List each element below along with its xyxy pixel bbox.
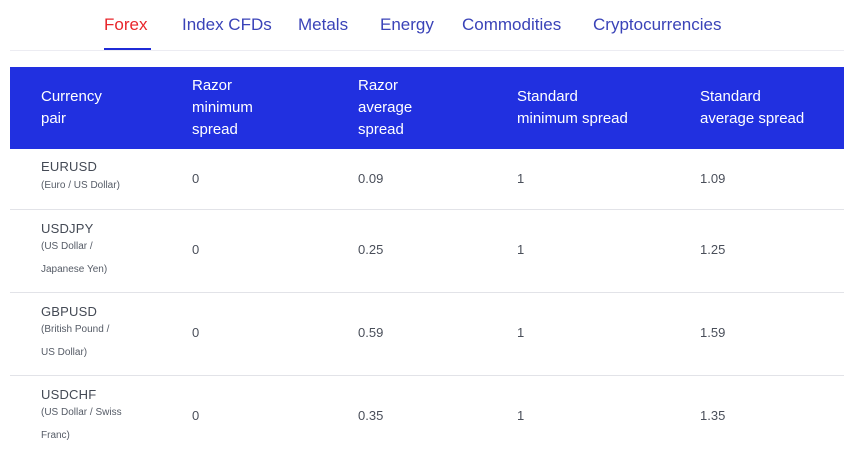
table-row: USDJPY (US Dollar / Japanese Yen) 0 0.25… (10, 210, 844, 293)
currency-pair-name: (US Dollar / Japanese Yen) (41, 241, 108, 275)
razor-avg-value: 0.25 (358, 242, 384, 257)
currency-pair-name: (British Pound / US Dollar) (41, 324, 110, 358)
standard-min-value: 1 (517, 325, 525, 340)
tab-energy[interactable]: Energy (380, 14, 434, 36)
standard-avg-value: 1.09 (700, 171, 726, 186)
header-standard-min-spread: Standard minimum spread (517, 88, 628, 127)
tab-cryptocurrencies[interactable]: Cryptocurrencies (593, 14, 722, 36)
header-razor-min-spread: Razor minimum spread (192, 77, 253, 138)
standard-avg-value: 1.35 (700, 408, 726, 423)
spreads-table: Currency pair Razor minimum spread Razor… (10, 67, 844, 458)
active-tab-indicator (104, 48, 151, 50)
currency-pair-name: (Euro / US Dollar) (41, 180, 120, 191)
razor-avg-value: 0.59 (358, 325, 384, 340)
table-row: EURUSD (Euro / US Dollar) 0 0.09 1 1.09 (10, 149, 844, 210)
header-razor-avg-spread: Razor average spread (358, 77, 413, 138)
tab-index-cfds[interactable]: Index CFDs (182, 14, 272, 36)
currency-pair-code: EURUSD (41, 159, 98, 174)
razor-avg-value: 0.09 (358, 171, 384, 186)
currency-pair-name: (US Dollar / Swiss Franc) (41, 407, 122, 441)
razor-min-value: 0 (192, 242, 200, 257)
table-row: GBPUSD (British Pound / US Dollar) 0 0.5… (10, 293, 844, 376)
tab-forex[interactable]: Forex (104, 14, 147, 36)
standard-avg-value: 1.59 (700, 325, 726, 340)
razor-min-value: 0 (192, 325, 200, 340)
table-header: Currency pair Razor minimum spread Razor… (10, 67, 844, 149)
standard-min-value: 1 (517, 171, 525, 186)
razor-min-value: 0 (192, 408, 200, 423)
standard-min-value: 1 (517, 408, 525, 423)
header-currency-pair: Currency pair (41, 88, 102, 127)
standard-avg-value: 1.25 (700, 242, 726, 257)
header-standard-avg-spread: Standard average spread (700, 88, 805, 127)
tab-metals[interactable]: Metals (298, 14, 348, 36)
standard-min-value: 1 (517, 242, 525, 257)
razor-avg-value: 0.35 (358, 408, 384, 423)
category-tabs: Forex Index CFDs Metals Energy Commoditi… (10, 0, 844, 51)
table-row: USDCHF (US Dollar / Swiss Franc) 0 0.35 … (10, 376, 844, 458)
tab-commodities[interactable]: Commodities (462, 14, 561, 36)
razor-min-value: 0 (192, 171, 200, 186)
